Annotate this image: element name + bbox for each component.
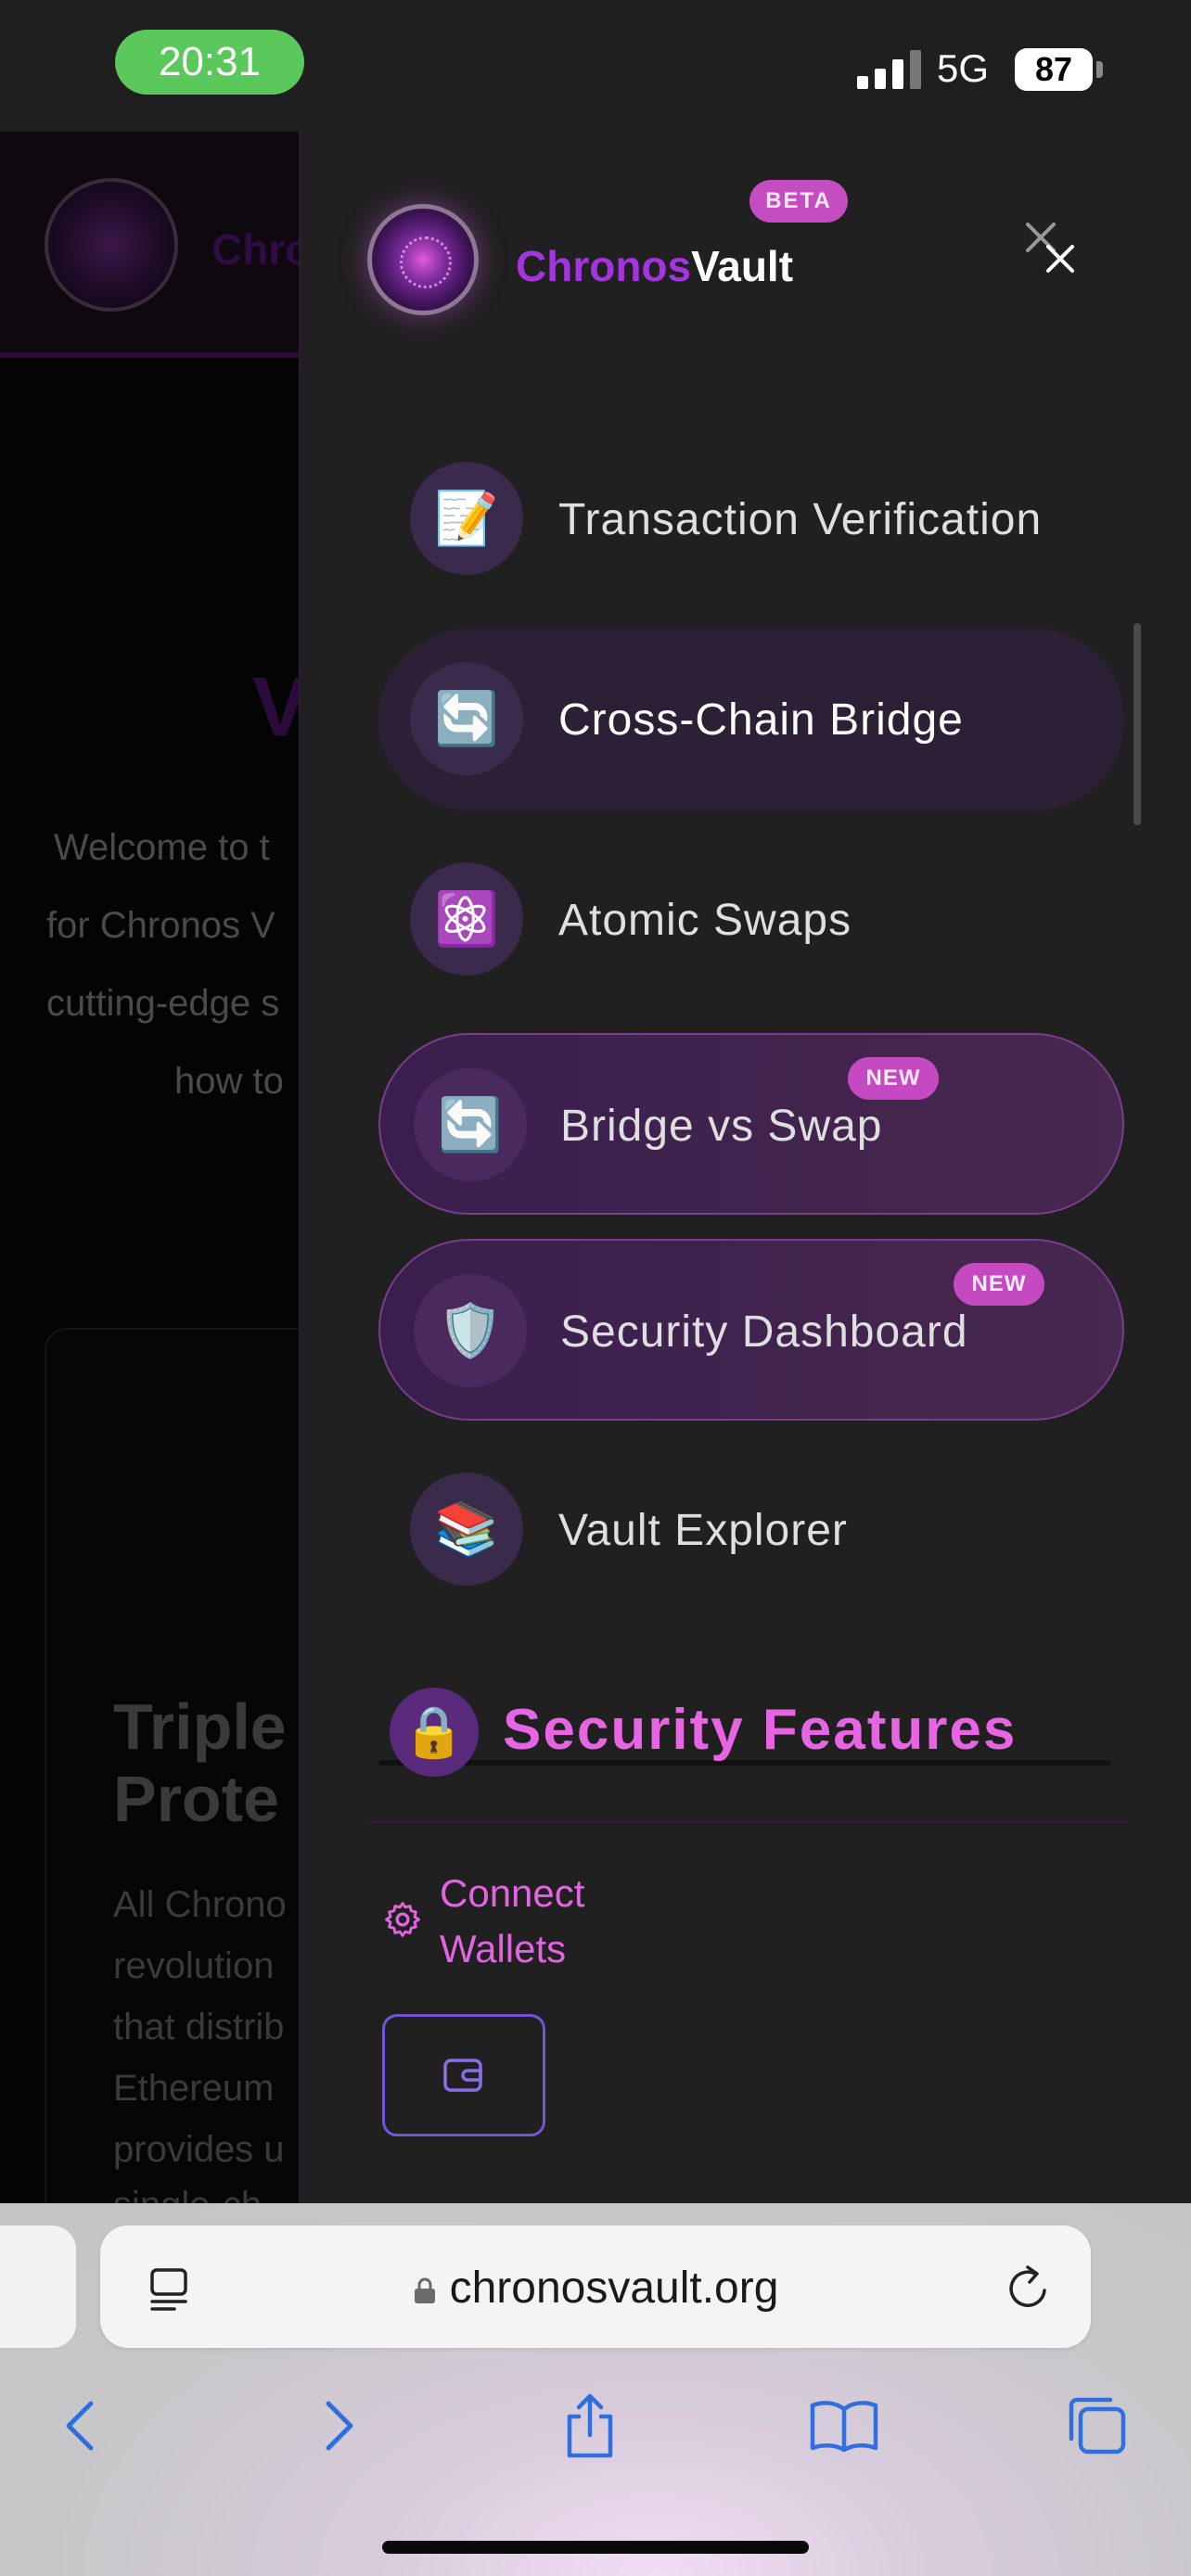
cellular-signal-icon	[857, 48, 921, 89]
background-intro-line: for Chronos V	[46, 905, 275, 946]
nav-item-label: Transaction Verification	[558, 494, 1043, 544]
url-display[interactable]: chronosvault.org	[100, 2263, 1091, 2314]
tabs-button[interactable]	[1059, 2389, 1133, 2463]
chevron-right-icon	[326, 2401, 353, 2451]
network-type: 5G	[937, 46, 990, 90]
address-bar[interactable]: chronosvault.org	[100, 2225, 1091, 2348]
background-intro-line: Welcome to t	[54, 827, 270, 868]
chevron-left-icon	[66, 2401, 94, 2451]
background-card-text: revolution	[113, 1945, 275, 1986]
gear-icon	[385, 1902, 420, 1937]
atom-icon: ⚛️	[410, 862, 523, 976]
background-card-text: All Chrono	[113, 1884, 287, 1925]
background-card-text: provides u	[113, 2129, 285, 2170]
section-title-security-features[interactable]: Security Features	[503, 1697, 1017, 1763]
nav-item-bridge-vs-swap[interactable]: 🔄 Bridge vs Swap NEW	[378, 1033, 1124, 1215]
browser-toolbar: chronosvault.org	[0, 2203, 1191, 2576]
back-button[interactable]	[43, 2389, 117, 2463]
background-intro-line: how to	[174, 1061, 284, 1102]
nav-item-label: Bridge vs Swap	[560, 1101, 883, 1151]
nav-item-cross-chain-bridge[interactable]: 🔄 Cross-Chain Bridge	[378, 629, 1124, 810]
shield-icon: 🛡️	[414, 1274, 527, 1387]
background-card-title: Triple	[113, 1690, 287, 1763]
app-logo[interactable]	[367, 204, 479, 315]
status-bar: 20:31 5G 87	[0, 0, 1191, 132]
connect-wallets-link[interactable]: Connect Wallets	[382, 1866, 625, 1977]
nav-item-atomic-swaps[interactable]: ⚛️ Atomic Swaps	[378, 829, 1124, 1011]
home-indicator[interactable]	[382, 2541, 809, 2554]
beta-badge: BETA	[749, 180, 848, 223]
nav-item-label: Atomic Swaps	[558, 895, 852, 945]
brand-part-vault: Vault	[691, 242, 794, 290]
wallet-icon	[443, 2059, 482, 2092]
battery-icon	[1096, 61, 1103, 78]
background-heading: V	[252, 661, 299, 754]
tabs-icon	[1069, 2397, 1126, 2455]
connect-wallets-label: Connect Wallets	[440, 1871, 585, 1970]
nav-item-label: Security Dashboard	[560, 1307, 968, 1357]
close-icon[interactable]	[1022, 219, 1089, 286]
drawer-scrollbar[interactable]	[1133, 623, 1141, 825]
memo-icon: 📝	[410, 462, 523, 575]
bookmarks-button[interactable]	[807, 2389, 881, 2463]
nav-item-security-dashboard[interactable]: 🛡️ Security Dashboard NEW	[378, 1239, 1124, 1421]
nav-drawer: ChronosVault BETA 📝 Transaction Verifica…	[299, 132, 1191, 2203]
lock-icon: 🔒	[390, 1688, 479, 1777]
previous-tab-preview[interactable]	[0, 2225, 76, 2348]
nav-item-label: Cross-Chain Bridge	[558, 695, 964, 745]
arrows-cycle-icon: 🔄	[414, 1068, 527, 1181]
reload-icon[interactable]	[1002, 2263, 1054, 2315]
nav-item-vault-explorer[interactable]: 📚 Vault Explorer	[378, 1439, 1124, 1621]
app-brand[interactable]: ChronosVault	[516, 241, 793, 291]
new-badge: NEW	[954, 1263, 1044, 1306]
background-page-overlay[interactable]: Chro V Welcome to t for Chronos V cuttin…	[0, 132, 299, 2203]
background-card-text: single-ch	[113, 2185, 262, 2203]
wallet-button[interactable]	[382, 2014, 545, 2136]
lock-icon	[414, 2277, 435, 2303]
arrows-cycle-icon: 🔄	[410, 662, 523, 775]
background-logo	[45, 178, 178, 312]
background-card-title: Prote	[113, 1763, 279, 1835]
background-intro-line: cutting-edge s	[46, 983, 280, 1024]
background-card-text: Ethereum	[113, 2068, 275, 2109]
battery-level: 87	[1015, 48, 1093, 91]
share-button[interactable]	[553, 2389, 627, 2463]
book-icon	[810, 2401, 878, 2453]
background-header: Chro	[0, 132, 299, 358]
background-brand: Chro	[211, 225, 299, 274]
share-icon	[567, 2393, 613, 2458]
forward-button[interactable]	[302, 2389, 377, 2463]
drawer-divider	[367, 1821, 1126, 1823]
nav-item-transaction-verification[interactable]: 📝 Transaction Verification	[378, 428, 1124, 610]
new-badge: NEW	[848, 1057, 939, 1100]
status-time: 20:31	[115, 30, 304, 95]
books-icon: 📚	[410, 1473, 523, 1586]
url-text: chronosvault.org	[449, 2264, 779, 2313]
nav-item-label: Vault Explorer	[558, 1505, 848, 1555]
background-card-text: that distrib	[113, 2007, 285, 2047]
brand-part-chronos: Chronos	[516, 242, 692, 290]
